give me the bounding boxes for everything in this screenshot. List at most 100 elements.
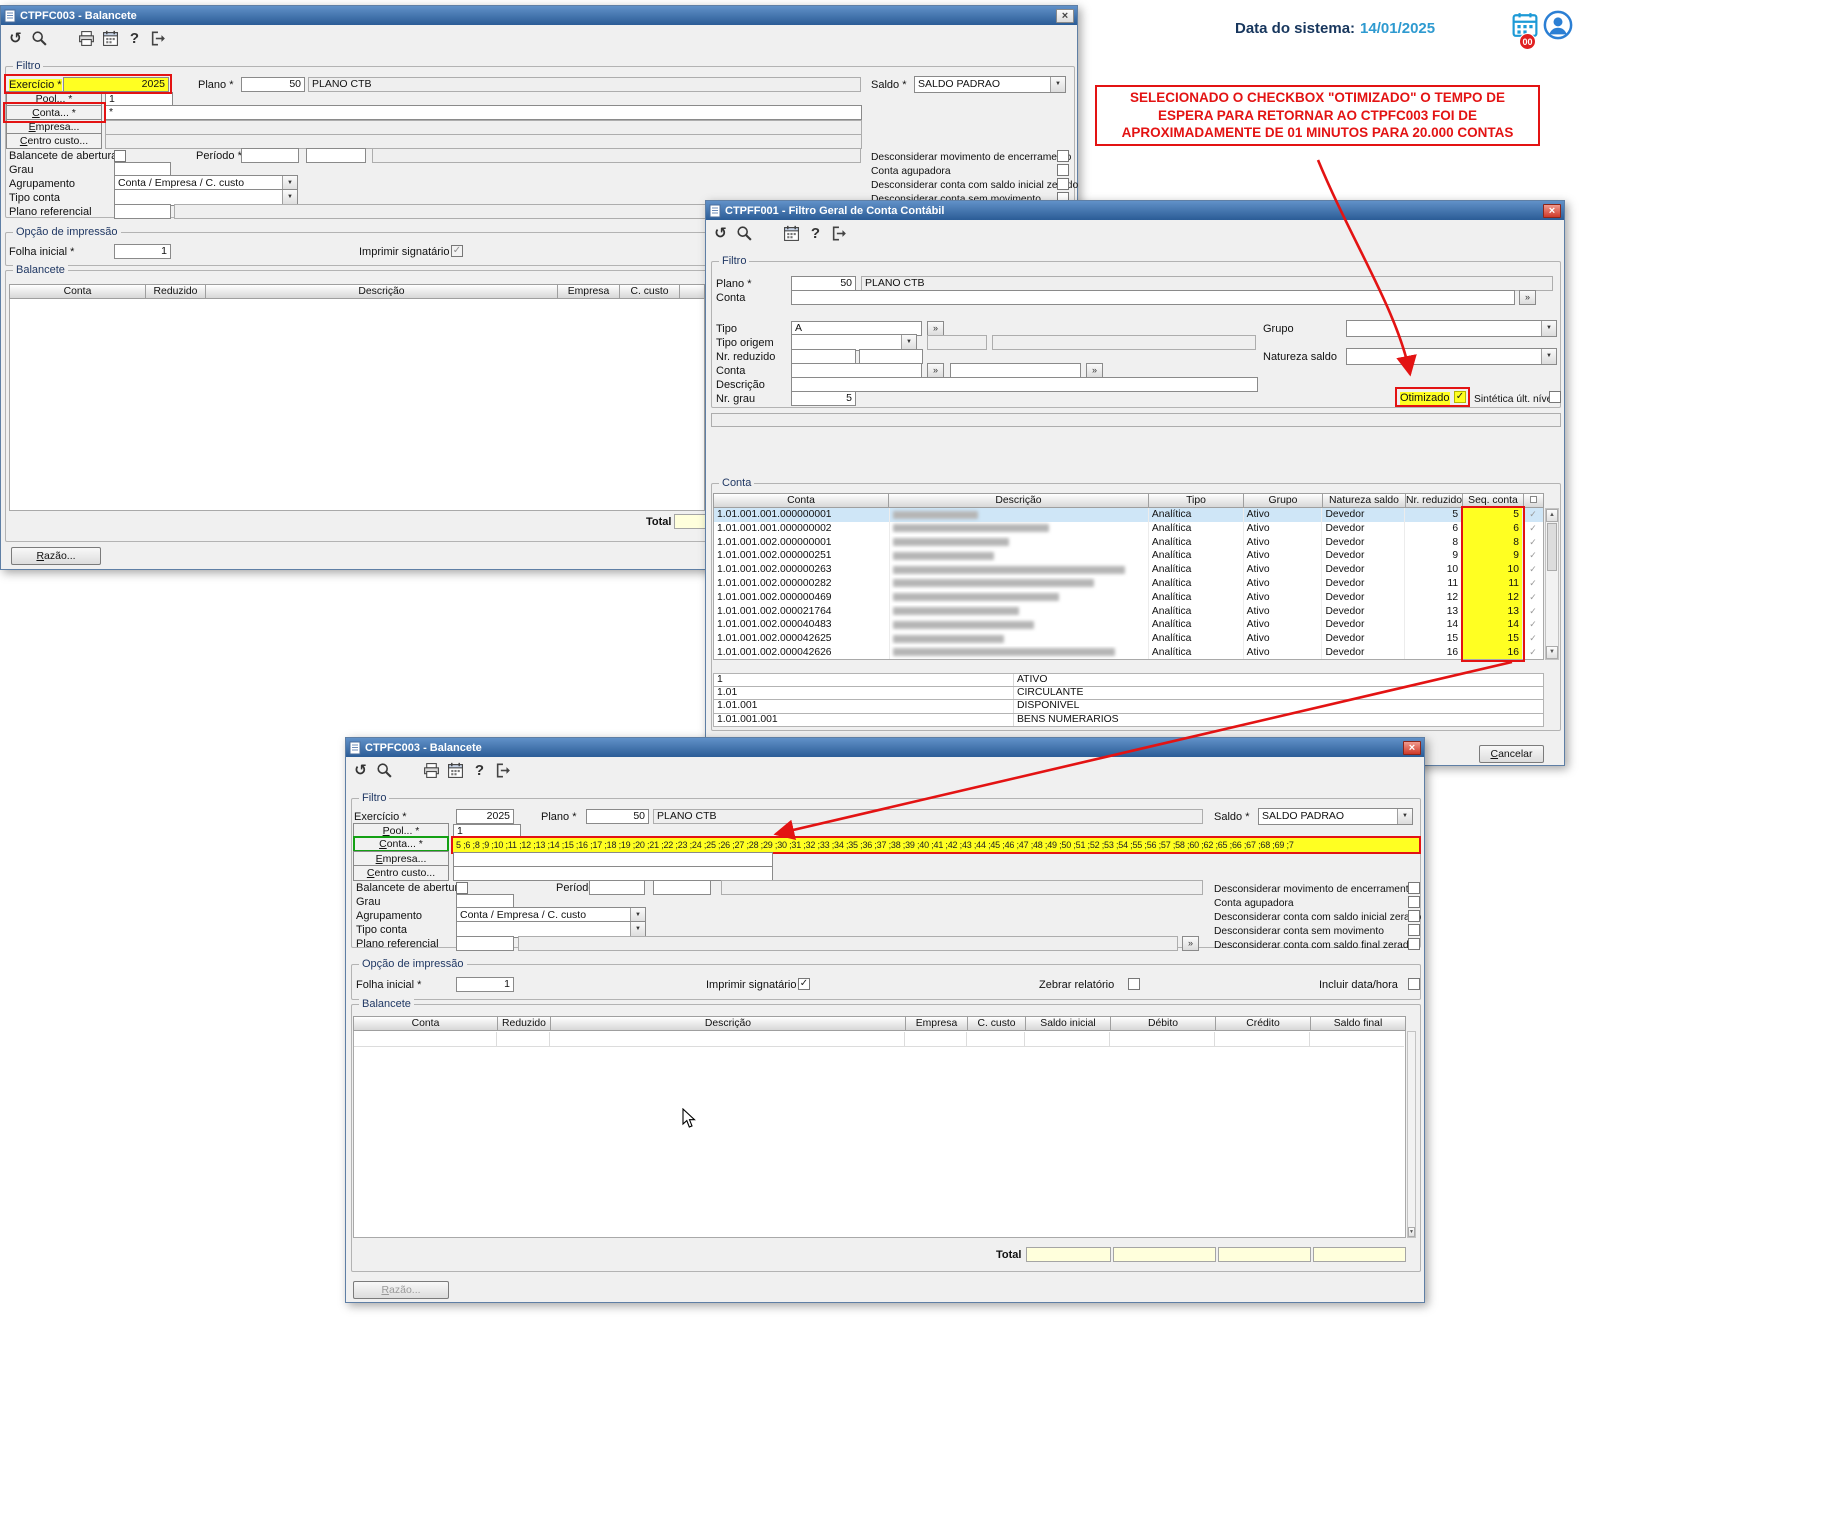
- col-header[interactable]: C. custo: [620, 284, 680, 299]
- chk-saldo-inicial-checkbox[interactable]: [1057, 178, 1069, 190]
- search-icon[interactable]: [736, 225, 753, 242]
- chk-agupadora-checkbox[interactable]: [1057, 164, 1069, 176]
- titlebar[interactable]: CTPFC003 - Balancete ×: [1, 6, 1077, 25]
- col-header[interactable]: Empresa: [558, 284, 620, 299]
- row-checkbox[interactable]: ✓: [1523, 591, 1543, 605]
- plano-referencial-field[interactable]: [456, 936, 514, 951]
- table-scrollbar[interactable]: ▼: [1407, 1031, 1416, 1238]
- chk-sem-movimento-checkbox[interactable]: [1408, 924, 1420, 936]
- cancelar-button[interactable]: Cancelar: [1479, 745, 1544, 763]
- table-row[interactable]: 1.01.001.002.000000251 Analítica Ativo D…: [714, 549, 1543, 564]
- table-row[interactable]: 1.01.001.002.000042626 Analítica Ativo D…: [714, 645, 1543, 659]
- col-header[interactable]: Tipo: [1149, 493, 1244, 508]
- col-header[interactable]: Débito: [1111, 1016, 1216, 1031]
- centro-custo-button[interactable]: Centro custo...: [353, 865, 449, 881]
- chk-saldo-final-checkbox[interactable]: [1408, 938, 1420, 950]
- col-header[interactable]: Saldo inicial: [1026, 1016, 1111, 1031]
- col-header[interactable]: Conta: [353, 1016, 498, 1031]
- col-header[interactable]: Crédito: [1216, 1016, 1311, 1031]
- table-scrollbar[interactable]: ▲ ▼: [1545, 508, 1559, 660]
- row-checkbox[interactable]: ✓: [1523, 563, 1543, 577]
- periodo-field-1[interactable]: [241, 148, 299, 163]
- calendar-icon[interactable]: [783, 225, 800, 242]
- col-header[interactable]: Conta: [9, 284, 146, 299]
- close-icon[interactable]: ×: [1403, 740, 1421, 755]
- scroll-down-icon[interactable]: ▼: [1546, 646, 1558, 659]
- table-row[interactable]: 1.01.001.002.000040483 Analítica Ativo D…: [714, 618, 1543, 633]
- col-header[interactable]: Reduzido: [498, 1016, 551, 1031]
- conta2-lookup-1[interactable]: »: [927, 363, 944, 378]
- calendar-icon[interactable]: [102, 30, 119, 47]
- conta2-lookup-2[interactable]: »: [1086, 363, 1103, 378]
- col-header[interactable]: Seq. conta: [1463, 493, 1524, 508]
- print-icon[interactable]: [78, 30, 95, 47]
- select-column-header[interactable]: [1524, 493, 1544, 508]
- row-checkbox[interactable]: ✓: [1523, 536, 1543, 550]
- col-header[interactable]: Descrição: [889, 493, 1149, 508]
- row-checkbox[interactable]: ✓: [1523, 646, 1543, 659]
- help-icon[interactable]: ?: [807, 225, 824, 242]
- search-icon[interactable]: [31, 30, 48, 47]
- col-header[interactable]: Saldo final: [1311, 1016, 1406, 1031]
- undo-icon[interactable]: ↺: [7, 30, 24, 47]
- centro-custo-field[interactable]: [453, 866, 773, 881]
- razao-button[interactable]: Razão...: [353, 1281, 449, 1299]
- row-checkbox[interactable]: ✓: [1523, 508, 1543, 522]
- help-icon[interactable]: ?: [126, 30, 143, 47]
- zebrar-checkbox[interactable]: [1128, 978, 1140, 990]
- razao-button[interactable]: Razão...: [11, 547, 101, 565]
- titlebar[interactable]: CTPFC003 - Balancete ×: [346, 738, 1424, 757]
- scroll-up-icon[interactable]: ▲: [1546, 509, 1558, 522]
- titlebar[interactable]: CTPFF001 - Filtro Geral de Conta Contábi…: [706, 201, 1564, 220]
- table-row[interactable]: 1.01.001.001.000000001 Analítica Ativo D…: [714, 508, 1543, 522]
- col-header[interactable]: Conta: [713, 493, 889, 508]
- exit-icon[interactable]: [495, 762, 512, 779]
- folha-inicial-field[interactable]: 1: [456, 977, 514, 992]
- conta2-field-2[interactable]: [950, 363, 1081, 378]
- row-checkbox[interactable]: ✓: [1523, 577, 1543, 591]
- balancete-abertura-checkbox[interactable]: [456, 882, 468, 894]
- centro-custo-button[interactable]: Centro custo...: [6, 133, 102, 149]
- periodo-field-2[interactable]: [653, 880, 711, 895]
- col-header[interactable]: Nr. reduzido: [1406, 493, 1463, 508]
- table-row[interactable]: 1.01.001.002.000000001 Analítica Ativo D…: [714, 535, 1543, 550]
- col-header[interactable]: C. custo: [968, 1016, 1026, 1031]
- row-checkbox[interactable]: ✓: [1523, 522, 1543, 536]
- col-header[interactable]: Grupo: [1244, 493, 1323, 508]
- folha-inicial-field[interactable]: 1: [114, 244, 171, 259]
- incluir-data-checkbox[interactable]: [1408, 978, 1420, 990]
- exit-icon[interactable]: [831, 225, 848, 242]
- nr-reduzido-field-1[interactable]: [791, 349, 856, 364]
- close-icon[interactable]: ×: [1056, 8, 1074, 23]
- col-header[interactable]: Descrição: [206, 284, 558, 299]
- plano-code-field[interactable]: 50: [586, 809, 649, 824]
- exercicio-field[interactable]: 2025: [63, 77, 169, 92]
- row-checkbox[interactable]: ✓: [1523, 618, 1543, 632]
- plano-code-field[interactable]: 50: [241, 77, 305, 92]
- col-header[interactable]: Empresa: [906, 1016, 968, 1031]
- chk-encerramento-checkbox[interactable]: [1057, 150, 1069, 162]
- row-checkbox[interactable]: ✓: [1523, 549, 1543, 563]
- descricao-field[interactable]: [791, 377, 1258, 392]
- centro-custo-field[interactable]: [105, 134, 862, 149]
- user-icon[interactable]: [1543, 10, 1573, 40]
- imprimir-signatario-checkbox[interactable]: ✓: [798, 978, 810, 990]
- scroll-down-icon[interactable]: ▼: [1408, 1227, 1415, 1237]
- col-header[interactable]: Natureza saldo: [1323, 493, 1406, 508]
- row-checkbox[interactable]: ✓: [1523, 605, 1543, 619]
- col-header[interactable]: Reduzido: [146, 284, 206, 299]
- plano-referencial-lookup[interactable]: »: [1182, 936, 1199, 951]
- close-icon[interactable]: ×: [1543, 203, 1561, 218]
- tipo-lookup-button[interactable]: »: [927, 321, 944, 336]
- saldo-select[interactable]: SALDO PADRAO ▼: [1258, 808, 1413, 825]
- table-row[interactable]: 1.01.001.002.000000263 Analítica Ativo D…: [714, 563, 1543, 577]
- table-row[interactable]: 1.01.001.002.000042625 Analítica Ativo D…: [714, 632, 1543, 646]
- periodo-field-1[interactable]: [589, 880, 645, 895]
- col-header[interactable]: Descrição: [551, 1016, 906, 1031]
- undo-icon[interactable]: ↺: [352, 762, 369, 779]
- undo-icon[interactable]: ↺: [712, 225, 729, 242]
- print-icon[interactable]: [423, 762, 440, 779]
- conta-field[interactable]: [791, 290, 1515, 305]
- otimizado-checkbox[interactable]: ✓: [1454, 391, 1466, 403]
- balancete-table-body[interactable]: [9, 299, 705, 511]
